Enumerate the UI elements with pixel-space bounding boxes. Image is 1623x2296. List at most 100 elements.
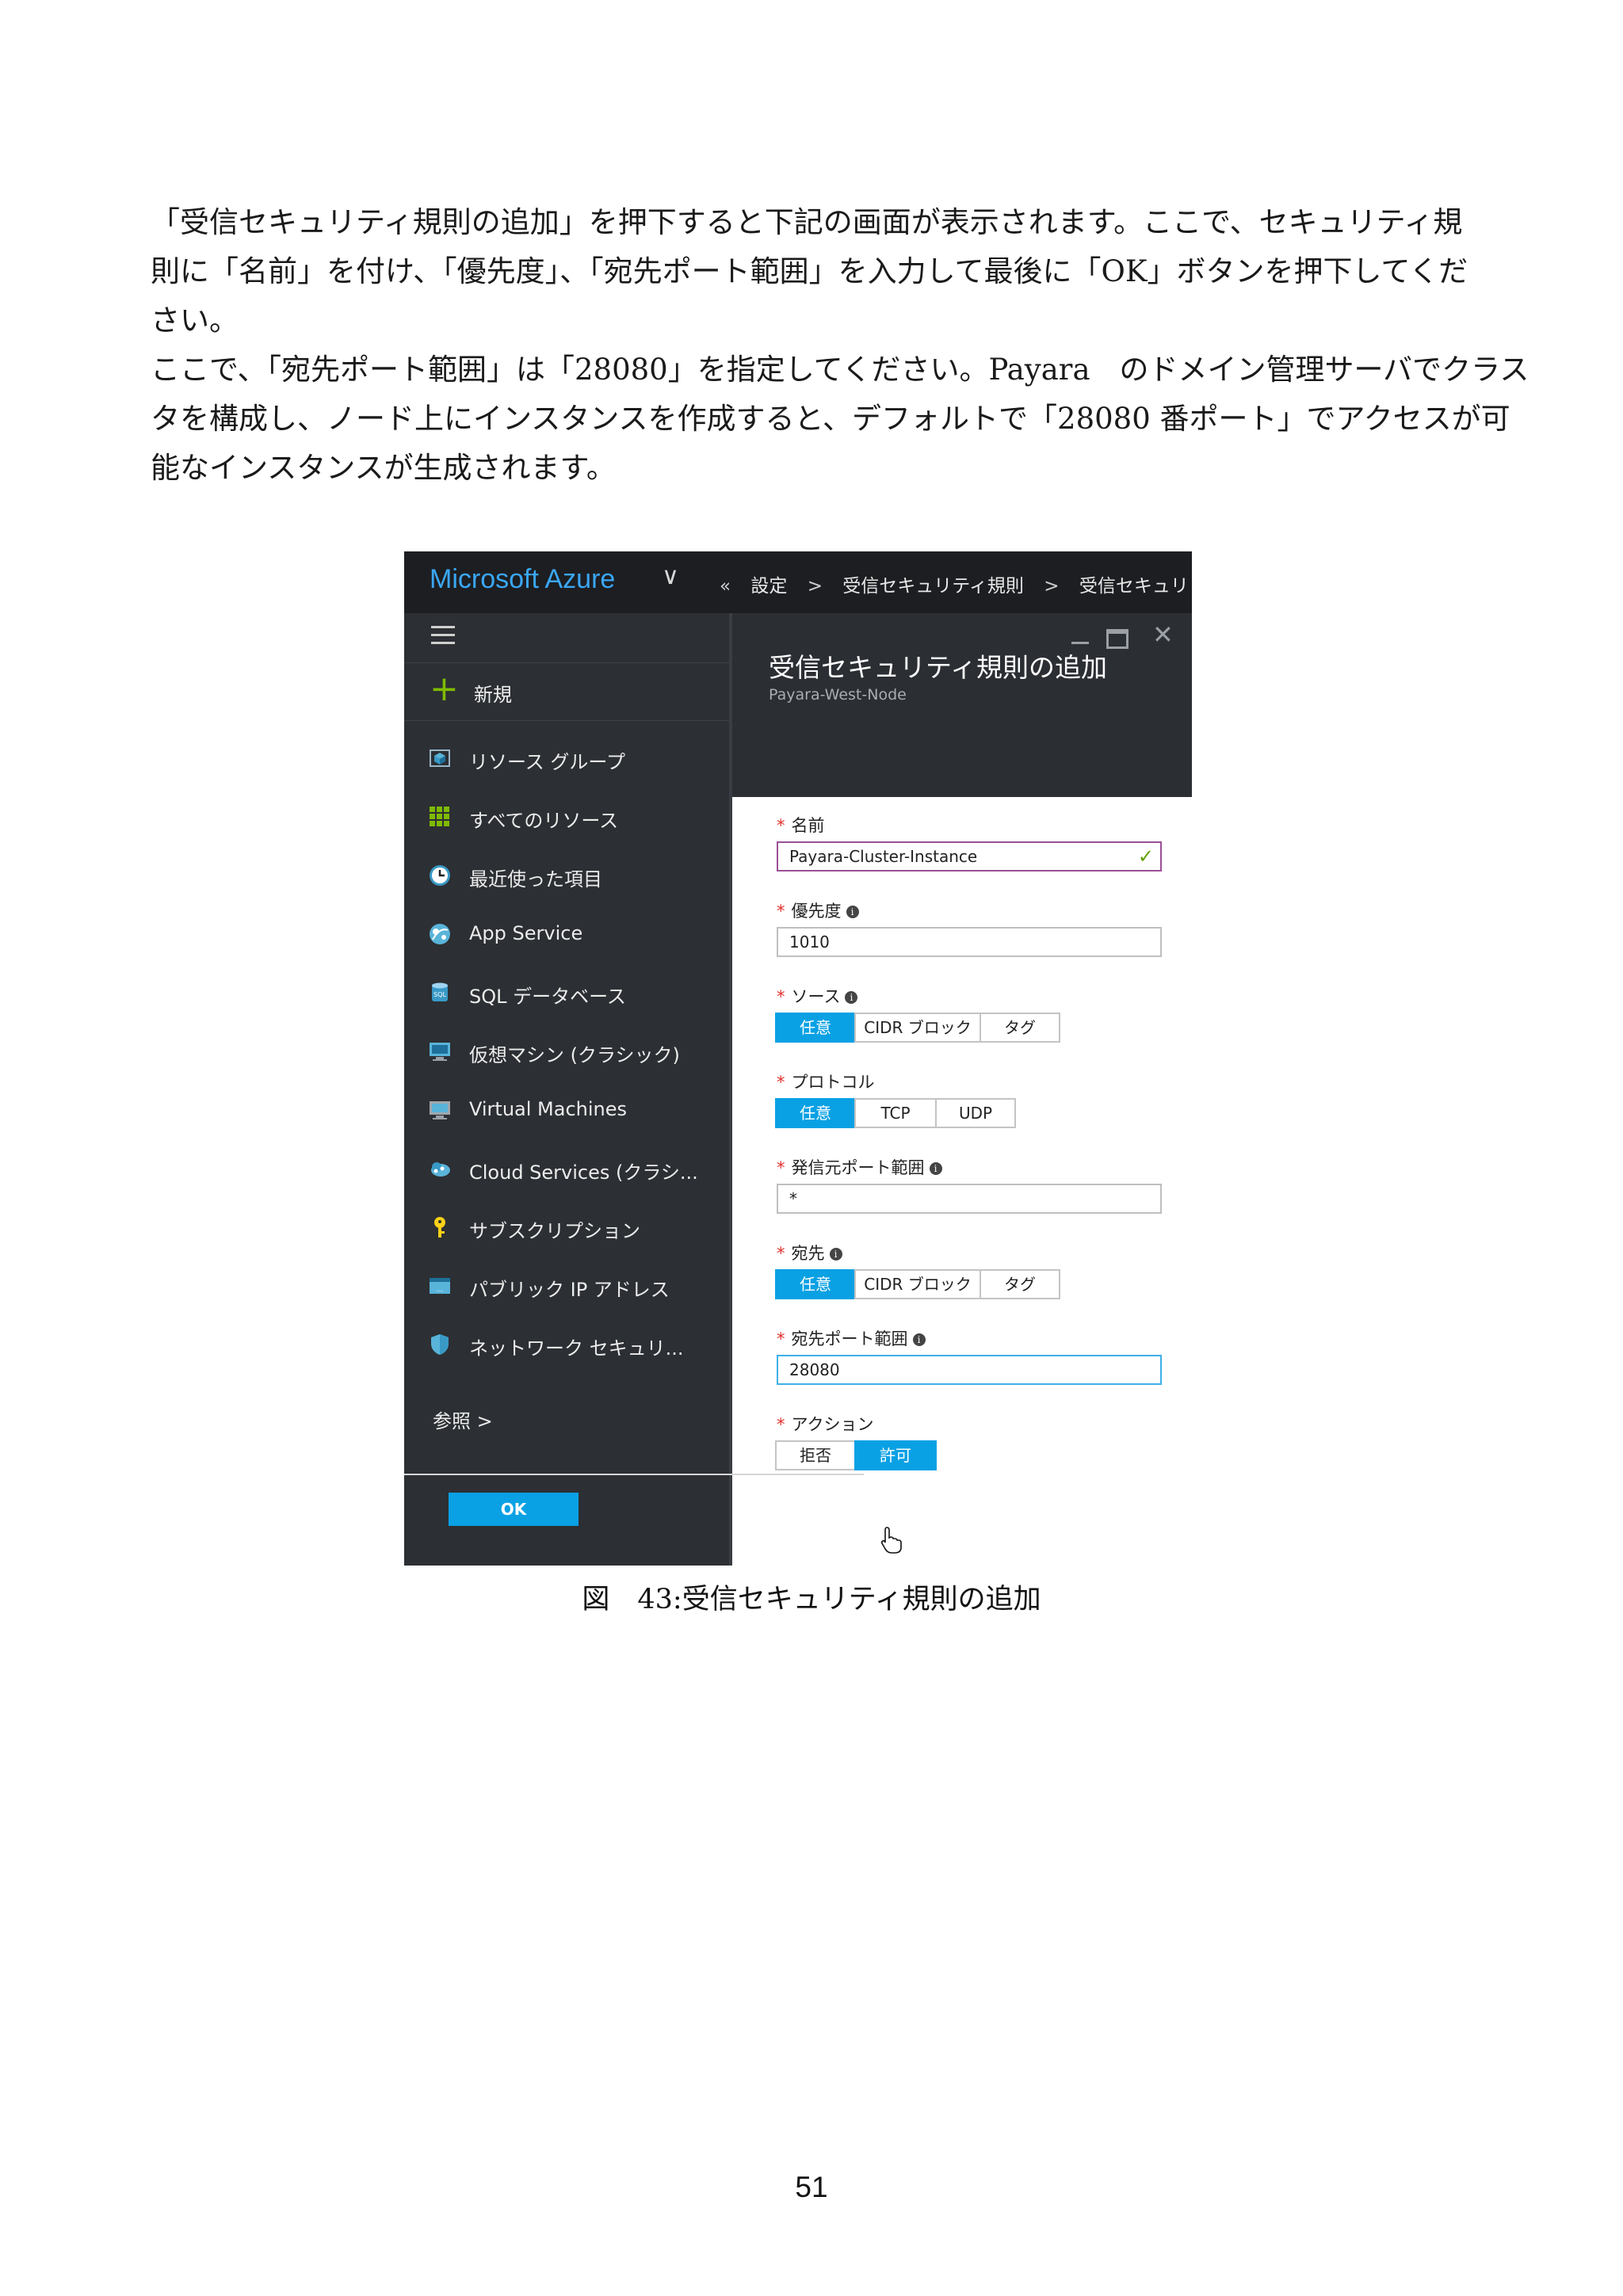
close-icon[interactable]: ✕ [1152, 620, 1174, 650]
text-line: 則に「名前」を付け、「優先度」、「宛先ポート範囲」を入力して最後に「OK」ボタン… [151, 254, 1468, 288]
blade-header: ✕ 受信セキュリティ規則の追加 Payara-West-Node [732, 613, 1192, 797]
virtual-machines-icon [430, 1101, 450, 1119]
intro-paragraph: 「受信セキュリティ規則の追加」を押下すると下記の画面が表示されます。ここで、セキ… [151, 198, 1468, 345]
public-ip-icon: ... [430, 1278, 450, 1294]
collapse-icon[interactable]: « [720, 576, 731, 597]
protocol-selector: 任意 TCP UDP [775, 1098, 1016, 1128]
sidebar-item-virtual-machines[interactable]: Virtual Machines [404, 1087, 729, 1135]
sidebar-browse[interactable]: 参照 > [433, 1405, 493, 1433]
sidebar-item-all-resources[interactable]: すべてのリソース [404, 794, 729, 841]
azure-screenshot: Microsoft Azure ∨ « 設定 > 受信セキュリティ規則 > 受信… [404, 551, 1192, 1566]
protocol-option-any[interactable]: 任意 [775, 1098, 856, 1128]
chevron-right-icon: > [807, 576, 823, 597]
sidebar-item-label: Cloud Services (クラシ... [469, 1161, 698, 1184]
sidebar-item-resource-groups[interactable]: リソース グループ [404, 735, 729, 783]
protocol-label: * プロトコル [777, 1073, 875, 1092]
destination-option-any[interactable]: 任意 [775, 1269, 856, 1299]
resource-group-icon [430, 749, 450, 767]
breadcrumb: « 設定 > 受信セキュリティ規則 > 受信セキュリ [720, 570, 1192, 597]
info-icon[interactable]: i [912, 1333, 926, 1346]
text-line: ここで、「宛先ポート範囲」は「28080」を指定してください。Payara のド… [151, 353, 1529, 387]
app-service-icon [430, 924, 450, 944]
vm-classic-icon [430, 1043, 450, 1061]
text-line: 能なインスタンスが生成されます。 [151, 451, 616, 485]
sidebar-item-public-ip[interactable]: ... パブリック IP アドレス [404, 1263, 729, 1310]
sidebar-new-button[interactable]: + 新規 [404, 662, 729, 721]
svg-text:SQL: SQL [433, 991, 446, 998]
sidebar-item-label: 仮想マシン (クラシック) [469, 1044, 680, 1066]
source-option-any[interactable]: 任意 [775, 1013, 856, 1043]
maximize-icon[interactable] [1106, 629, 1128, 649]
sidebar-item-sql-database[interactable]: SQL SQL データベース [404, 970, 729, 1017]
sidebar-item-label: サブスクリプション [469, 1220, 640, 1242]
source-selector: 任意 CIDR ブロック タグ [775, 1013, 1060, 1043]
action-selector: 拒否 許可 [775, 1440, 937, 1470]
priority-label: * 優先度 i [777, 898, 859, 922]
destination-label: * 宛先 i [777, 1241, 842, 1264]
protocol-option-udp[interactable]: UDP [935, 1098, 1016, 1128]
form-divider [404, 1474, 864, 1475]
shield-icon [431, 1334, 449, 1355]
sidebar-new-label: 新規 [474, 684, 512, 706]
info-icon[interactable]: i [929, 1162, 942, 1175]
blade-title: 受信セキュリティ規則の追加 [769, 652, 1108, 683]
all-resources-icon [430, 807, 449, 826]
source-port-label: * 発信元ポート範囲 i [777, 1155, 942, 1179]
chevron-down-icon[interactable]: ∨ [662, 563, 679, 590]
svg-text:...: ... [437, 1286, 444, 1294]
sidebar-item-label: リソース グループ [469, 751, 625, 773]
breadcrumb-inbound-rules[interactable]: 受信セキュリティ規則 [842, 576, 1024, 597]
sidebar-item-label: SQL データベース [469, 986, 626, 1008]
action-option-allow[interactable]: 許可 [854, 1440, 937, 1470]
figure-caption: 図 43:受信セキュリティ規則の追加 [582, 1584, 1041, 1615]
source-port-input[interactable]: * [777, 1184, 1162, 1214]
destination-option-cidr[interactable]: CIDR ブロック [854, 1269, 981, 1299]
protocol-option-tcp[interactable]: TCP [854, 1098, 937, 1128]
check-icon: ✓ [1137, 845, 1154, 868]
text-line: タを構成し、ノード上にインスタンスを作成すると、デフォルトで「28080 番ポー… [151, 402, 1510, 436]
name-label: * 名前 [777, 816, 825, 835]
sidebar: + 新規 リソース グループ すべてのリソース 最近使った項目 App Serv… [404, 613, 729, 1566]
clock-icon [430, 865, 450, 886]
sidebar-item-subscriptions[interactable]: サブスクリプション [404, 1204, 729, 1252]
text-line: 「受信セキュリティ規則の追加」を押下すると下記の画面が表示されます。ここで、セキ… [151, 205, 1463, 239]
hamburger-icon[interactable] [431, 626, 455, 650]
sidebar-item-vm-classic[interactable]: 仮想マシン (クラシック) [404, 1028, 729, 1076]
chevron-right-icon: > [1044, 576, 1060, 597]
breadcrumb-settings[interactable]: 設定 [750, 576, 787, 597]
ok-button[interactable]: OK [449, 1493, 579, 1526]
sidebar-item-cloud-services[interactable]: Cloud Services (クラシ... [404, 1146, 729, 1193]
source-option-cidr[interactable]: CIDR ブロック [854, 1013, 981, 1043]
info-icon[interactable]: i [829, 1248, 842, 1261]
destination-selector: 任意 CIDR ブロック タグ [775, 1269, 1060, 1299]
sidebar-item-recent[interactable]: 最近使った項目 [404, 852, 729, 900]
source-option-tag[interactable]: タグ [980, 1013, 1060, 1043]
destination-option-tag[interactable]: タグ [980, 1269, 1060, 1299]
info-icon[interactable]: i [845, 991, 858, 1004]
page-number: 51 [795, 2171, 828, 2203]
blade-subtitle: Payara-West-Node [769, 686, 907, 704]
key-icon [434, 1217, 445, 1238]
destination-port-label: * 宛先ポート範囲 i [777, 1326, 926, 1350]
action-option-deny[interactable]: 拒否 [775, 1440, 856, 1470]
cloud-services-icon [431, 1162, 450, 1177]
breadcrumb-current[interactable]: 受信セキュリ [1079, 576, 1189, 597]
priority-input[interactable]: 1010 [777, 927, 1162, 957]
sidebar-item-label: ネットワーク セキュリ... [469, 1337, 684, 1360]
name-input[interactable]: Payara-Cluster-Instance ✓ [777, 841, 1162, 871]
azure-brand[interactable]: Microsoft Azure [430, 564, 615, 595]
sidebar-item-label: パブリック IP アドレス [469, 1279, 670, 1301]
sidebar-item-network-security[interactable]: ネットワーク セキュリ... [404, 1322, 729, 1369]
sidebar-item-label: App Service [469, 922, 583, 944]
sidebar-item-app-service[interactable]: App Service [404, 911, 729, 959]
info-icon[interactable]: i [846, 906, 859, 918]
minimize-icon[interactable] [1071, 642, 1089, 644]
sidebar-item-label: 最近使った項目 [469, 868, 602, 891]
sidebar-item-label: すべてのリソース [469, 810, 619, 832]
plus-icon: + [430, 669, 459, 709]
azure-topbar: Microsoft Azure ∨ « 設定 > 受信セキュリティ規則 > 受信… [404, 551, 1192, 613]
text-line: さい。 [151, 303, 239, 338]
rule-form: * 名前 Payara-Cluster-Instance ✓ * 優先度 i 1010 … [732, 797, 1192, 1566]
destination-port-input[interactable]: 28080 [777, 1355, 1162, 1385]
hand-cursor-icon [880, 1527, 902, 1554]
